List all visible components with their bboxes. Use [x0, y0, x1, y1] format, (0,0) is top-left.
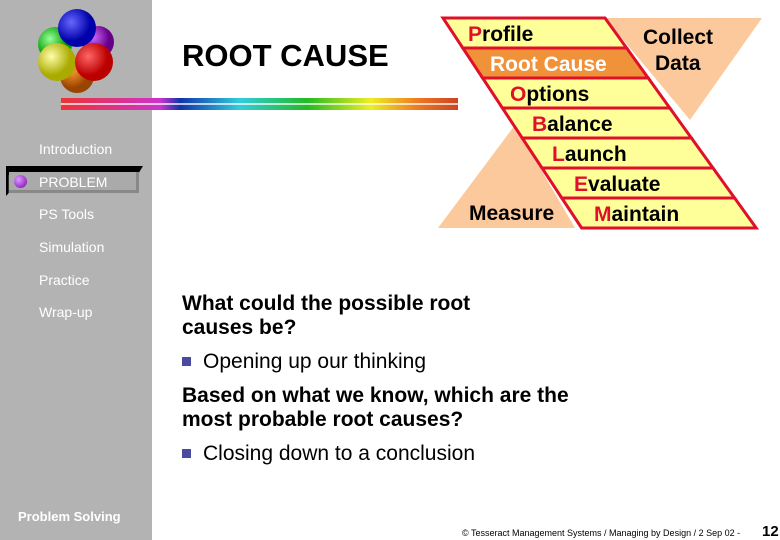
step-label: Evaluate: [574, 173, 660, 196]
bullet-1: Opening up our thinking: [182, 350, 592, 374]
bullet-square-icon: [182, 357, 191, 366]
step-label: Maintain: [594, 203, 679, 226]
step-label: Root Cause: [490, 53, 607, 76]
profile-diagram: Profile Root Cause Options Balance Launch Eva…: [438, 16, 762, 230]
question-1: What could the possible root causes be?: [182, 292, 471, 339]
bullet-2: Closing down to a conclusion: [182, 442, 592, 466]
step-label: Balance: [532, 113, 613, 136]
collect-label: Collect: [643, 26, 713, 49]
data-label: Data: [655, 52, 701, 75]
copyright: © Tesseract Management Systems / Managin…: [462, 528, 741, 538]
slide-body: What could the possible root causes be? …: [182, 292, 592, 476]
nav-practice[interactable]: Practice: [39, 272, 90, 288]
page-number: 12: [762, 523, 779, 540]
bullet-square-icon: [182, 449, 191, 458]
question-2: Based on what we know, which are the mos…: [182, 384, 569, 431]
step-label: Options: [510, 83, 589, 106]
nav-simulation[interactable]: Simulation: [39, 239, 104, 255]
step-label: Profile: [468, 23, 533, 46]
step-label: Launch: [552, 143, 627, 166]
sidebar-footer: Problem Solving: [18, 509, 121, 524]
measure-label: Measure: [469, 202, 554, 225]
nav-wrap-up[interactable]: Wrap-up: [39, 304, 92, 320]
